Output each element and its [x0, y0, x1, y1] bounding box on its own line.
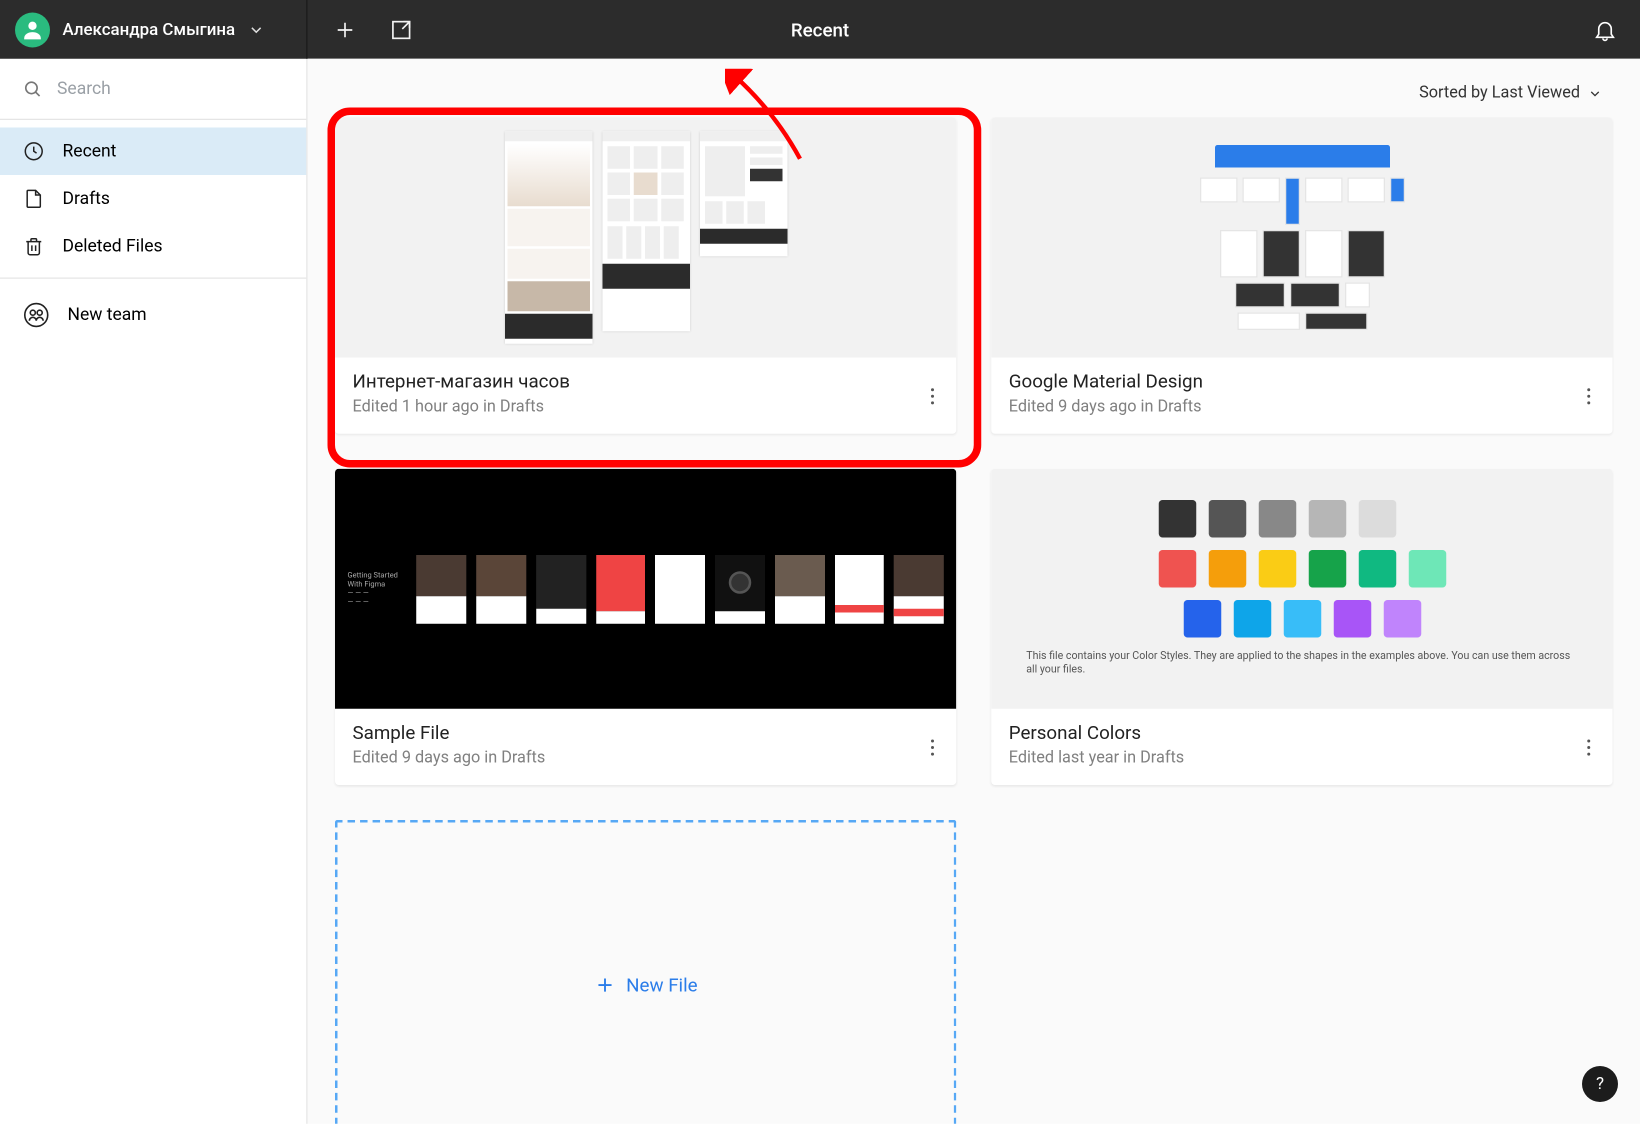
- color-swatch: [1308, 550, 1346, 588]
- file-icon: [23, 188, 46, 211]
- color-swatch: [1208, 550, 1246, 588]
- search-input[interactable]: [57, 79, 284, 99]
- plus-icon: [594, 974, 617, 997]
- help-button[interactable]: ?: [1582, 1066, 1618, 1102]
- page-title: Recent: [791, 18, 849, 41]
- file-meta: Edited 9 days ago in Drafts: [353, 749, 939, 768]
- username: Александра Смыгина: [63, 19, 236, 39]
- color-swatch: [1233, 600, 1271, 638]
- chevron-down-icon: [248, 21, 266, 39]
- nav-deleted[interactable]: Deleted Files: [0, 223, 306, 271]
- nav-list: Recent Drafts Deleted Files: [0, 120, 306, 279]
- file-thumbnail: [991, 118, 1612, 358]
- color-swatch: [1408, 500, 1446, 538]
- topbar: Александра Смыгина Recent: [0, 0, 1640, 59]
- nav-label: Recent: [63, 141, 117, 161]
- color-swatch: [1283, 600, 1321, 638]
- team-icon: [23, 301, 51, 329]
- notifications-icon[interactable]: [1593, 17, 1618, 42]
- import-icon[interactable]: [389, 17, 414, 42]
- color-swatch: [1258, 550, 1296, 588]
- avatar: [15, 12, 50, 47]
- search-row[interactable]: [0, 59, 306, 120]
- file-card-material-design[interactable]: Google Material Design Edited 9 days ago…: [991, 118, 1612, 434]
- color-swatch: [1383, 600, 1421, 638]
- sort-label: Sorted by Last Viewed: [1419, 84, 1580, 103]
- color-note: This file contains your Color Styles. Th…: [1026, 650, 1577, 678]
- more-menu-icon[interactable]: [1578, 736, 1601, 759]
- file-card-watch-store[interactable]: Интернет-магазин часов Edited 1 hour ago…: [335, 118, 956, 434]
- file-meta: Edited last year in Drafts: [1009, 749, 1595, 768]
- file-title: Sample File: [353, 721, 939, 744]
- more-menu-icon[interactable]: [1578, 384, 1601, 407]
- file-thumbnail: This file contains your Color Styles. Th…: [991, 469, 1612, 709]
- new-file-label: New File: [626, 974, 697, 997]
- chevron-down-icon: [1588, 86, 1603, 101]
- nav-recent[interactable]: Recent: [0, 128, 306, 176]
- more-menu-icon[interactable]: [921, 384, 944, 407]
- main-content: Sorted by Last Viewed Интернет-магазин ч…: [308, 59, 1640, 1124]
- help-label: ?: [1596, 1074, 1604, 1094]
- sort-dropdown[interactable]: Sorted by Last Viewed: [335, 79, 1613, 118]
- color-swatch: [1258, 500, 1296, 538]
- clock-icon: [23, 140, 46, 163]
- file-meta: Edited 9 days ago in Drafts: [1009, 398, 1595, 417]
- file-title: Google Material Design: [1009, 370, 1595, 393]
- file-card-sample-file[interactable]: Getting Started With Figma— — —— — — Sam…: [335, 469, 956, 785]
- trash-icon: [23, 235, 46, 258]
- nav-label: Drafts: [63, 189, 110, 209]
- file-thumbnail: [335, 118, 956, 358]
- file-meta: Edited 1 hour ago in Drafts: [353, 398, 939, 417]
- file-card-personal-colors[interactable]: This file contains your Color Styles. Th…: [991, 469, 1612, 785]
- file-title: Интернет-магазин часов: [353, 370, 939, 393]
- file-thumbnail: Getting Started With Figma— — —— — —: [335, 469, 956, 709]
- color-swatch: [1333, 600, 1371, 638]
- new-team-label: New team: [68, 305, 147, 325]
- user-menu[interactable]: Александра Смыгина: [0, 0, 308, 59]
- color-swatch: [1308, 500, 1346, 538]
- new-file-icon[interactable]: [333, 17, 358, 42]
- color-swatch: [1183, 600, 1221, 638]
- color-swatch: [1358, 550, 1396, 588]
- search-icon: [23, 78, 43, 101]
- nav-label: Deleted Files: [63, 236, 163, 256]
- color-swatch: [1158, 550, 1196, 588]
- color-swatch: [1208, 500, 1246, 538]
- nav-drafts[interactable]: Drafts: [0, 175, 306, 223]
- more-menu-icon[interactable]: [921, 736, 944, 759]
- file-title: Personal Colors: [1009, 721, 1595, 744]
- new-team-button[interactable]: New team: [0, 279, 306, 352]
- color-swatch: [1158, 500, 1196, 538]
- new-file-tile[interactable]: New File: [335, 820, 956, 1124]
- color-swatch: [1408, 550, 1446, 588]
- sidebar: Recent Drafts Deleted Files New team: [0, 59, 308, 1124]
- color-swatch: [1358, 500, 1396, 538]
